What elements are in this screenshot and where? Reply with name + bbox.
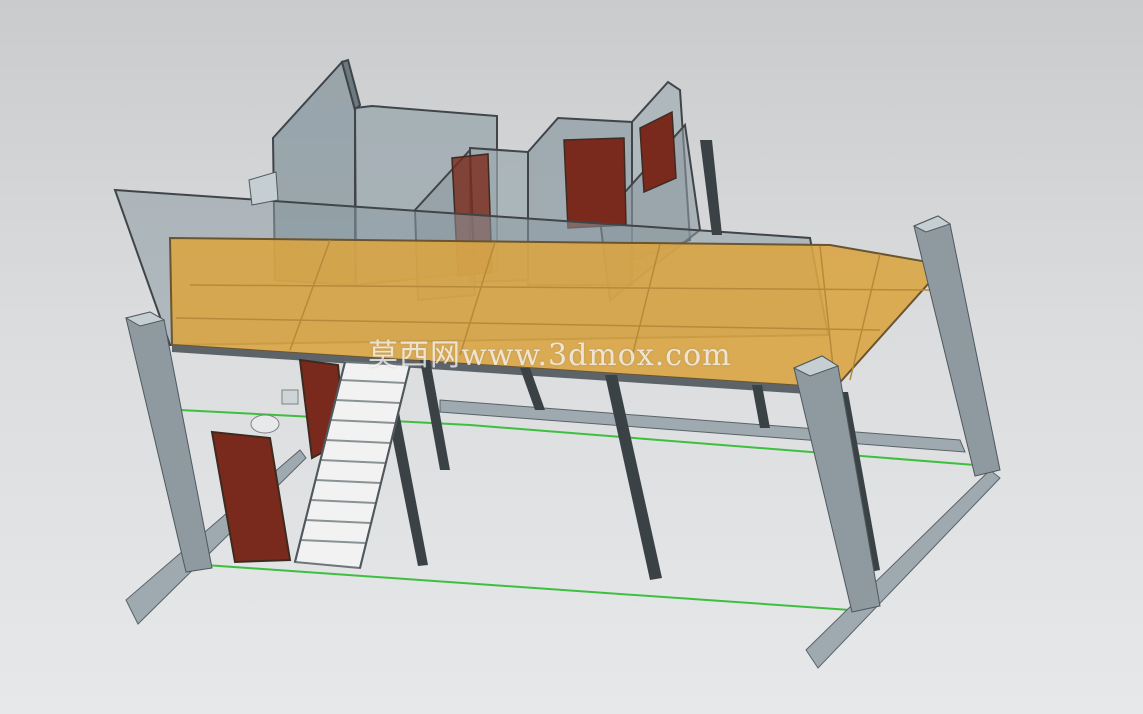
cad-3d-viewport[interactable]: 莫西网www.3dmox.com <box>0 0 1143 714</box>
mezzanine-model[interactable] <box>0 0 1143 714</box>
wall-fixture <box>250 389 299 434</box>
